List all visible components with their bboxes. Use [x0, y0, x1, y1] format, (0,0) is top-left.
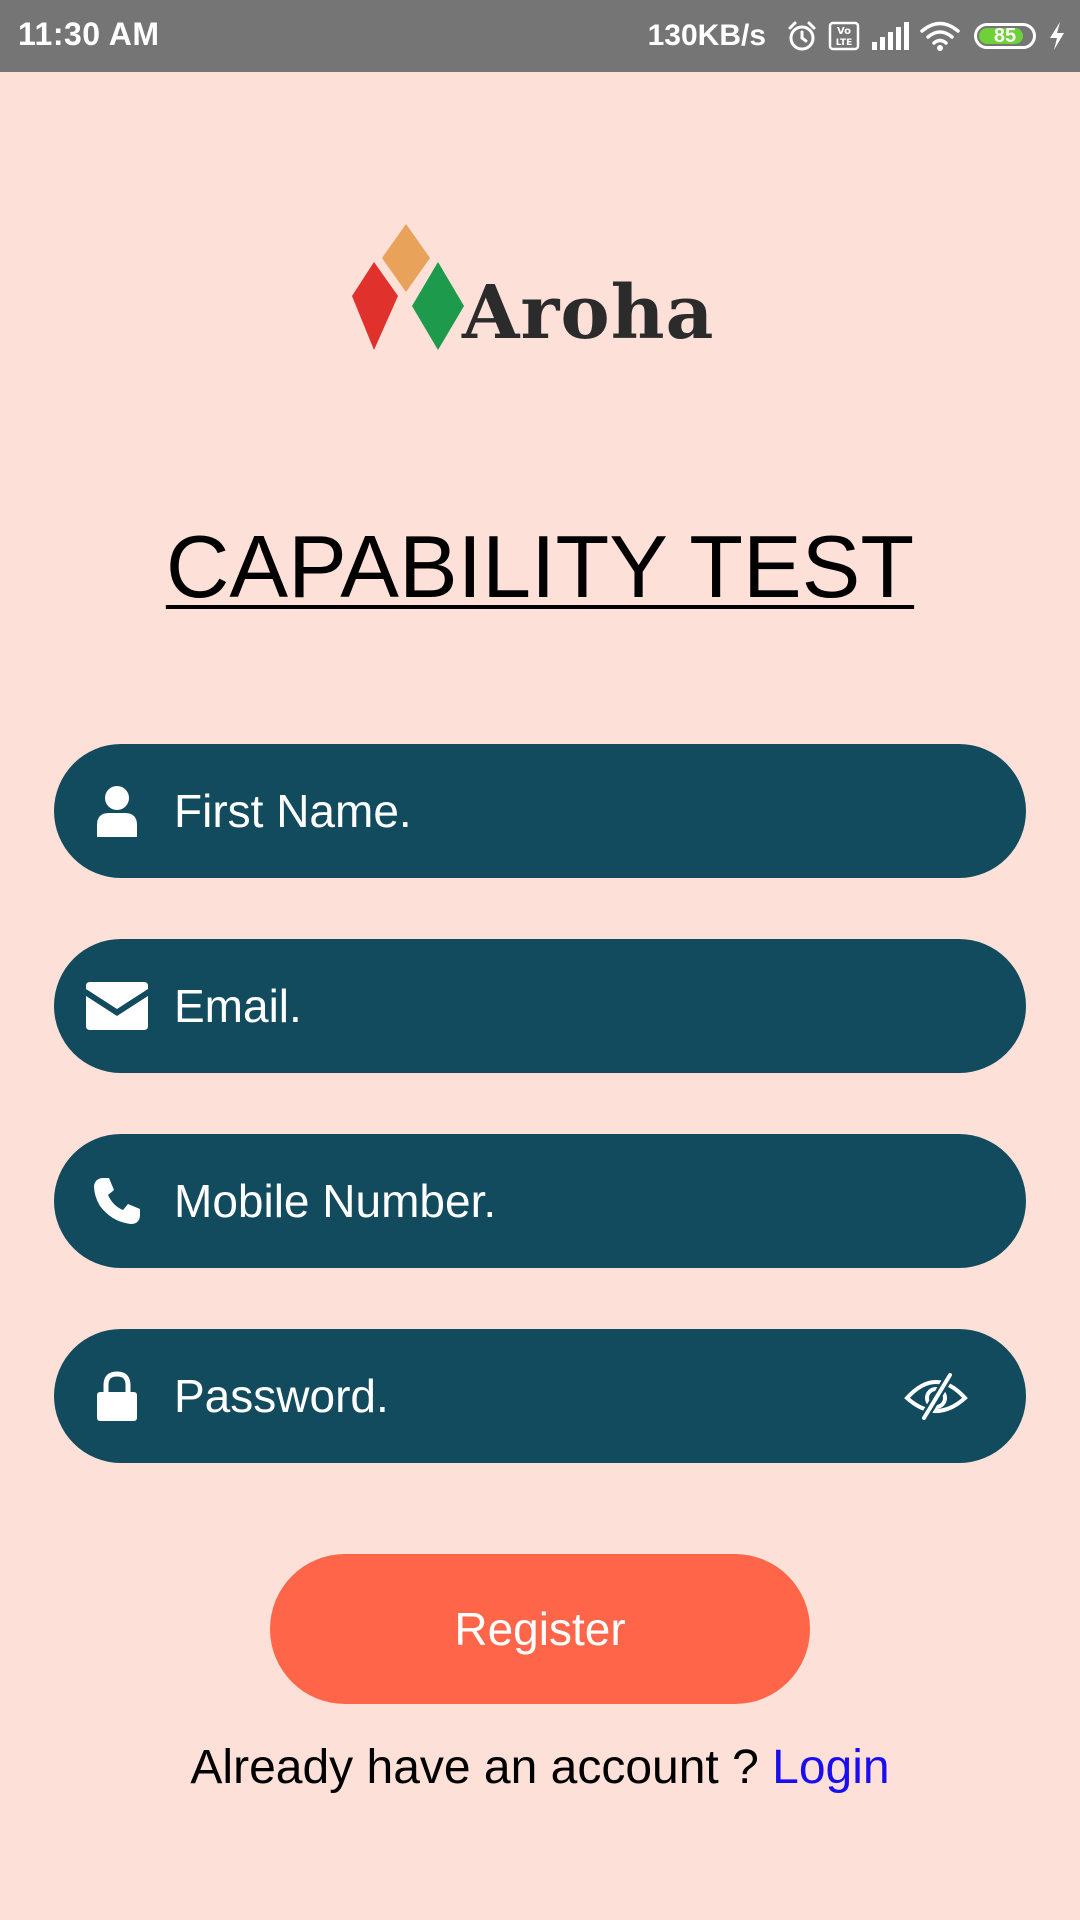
logo-text: Aroha	[462, 270, 715, 356]
status-bar: 11:30 AM 130KB/s Vo LTE 85	[0, 0, 1080, 72]
page-title-text: CAPABILITY TEST	[165, 517, 915, 616]
battery-level: 85	[993, 24, 1017, 47]
first-name-field[interactable]	[54, 744, 1026, 878]
login-link[interactable]: Login	[772, 1741, 889, 1794]
password-input[interactable]	[174, 1329, 934, 1463]
svg-text:Vo: Vo	[837, 26, 851, 37]
phone-icon	[82, 1134, 152, 1268]
login-prompt: Already have an account ? Login	[0, 1740, 1080, 1795]
wifi-icon	[920, 20, 960, 52]
lock-icon	[82, 1329, 152, 1463]
logo-diamonds-icon	[352, 224, 464, 350]
status-time: 11:30 AM	[18, 16, 160, 52]
page-title: CAPABILITY TEST	[0, 516, 1080, 618]
mobile-field[interactable]	[54, 1134, 1026, 1268]
login-prompt-text: Already have an account ?	[190, 1741, 773, 1794]
battery-icon: 85	[974, 23, 1036, 49]
status-indicators: 130KB/s Vo LTE 85	[648, 12, 1068, 60]
eye-off-icon[interactable]	[898, 1329, 974, 1463]
first-name-input[interactable]	[174, 744, 934, 878]
signal-icon	[870, 20, 910, 52]
mobile-number-input[interactable]	[174, 1134, 934, 1268]
envelope-icon	[82, 939, 152, 1073]
aroha-logo: Aroha	[350, 222, 730, 358]
alarm-icon	[786, 20, 818, 52]
network-speed: 130KB/s	[647, 19, 766, 52]
svg-text:LTE: LTE	[836, 38, 853, 48]
volte-icon: Vo LTE	[828, 20, 860, 52]
email-field[interactable]	[54, 939, 1026, 1073]
charging-icon	[1046, 20, 1068, 52]
password-field[interactable]	[54, 1329, 1026, 1463]
person-icon	[82, 744, 152, 878]
register-button[interactable]: Register	[270, 1554, 810, 1704]
email-input[interactable]	[174, 939, 934, 1073]
